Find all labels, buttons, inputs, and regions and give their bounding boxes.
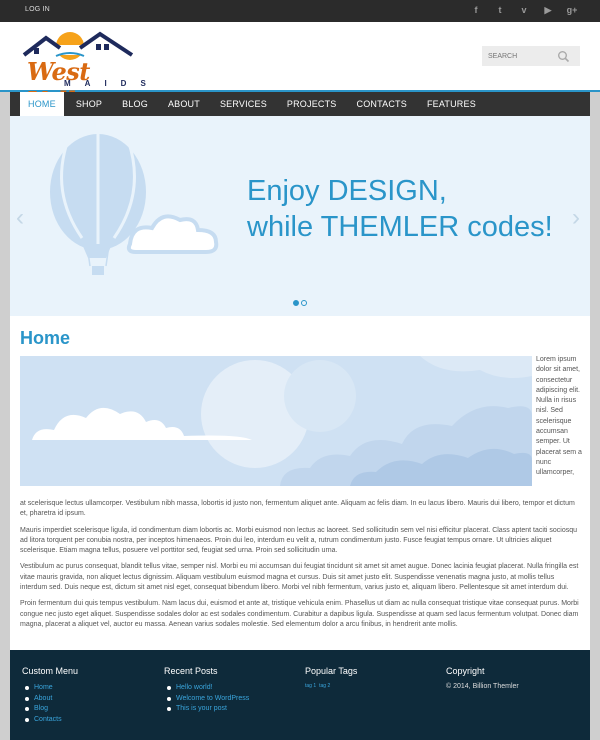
logo-subtext: MAIDS xyxy=(64,79,160,88)
tag-link[interactable]: tag 2 xyxy=(319,683,330,689)
slider-dot[interactable] xyxy=(301,300,307,306)
tag-cloud: tag 1 tag 2 xyxy=(305,683,440,689)
paragraph: Vestibulum ac purus consequat, blandit t… xyxy=(20,563,579,592)
footer-link-home[interactable]: Home xyxy=(22,683,157,694)
body-text: at scelerisque lectus ullamcorper. Vesti… xyxy=(20,499,580,636)
footer-link-blog[interactable]: Blog xyxy=(22,704,157,715)
slider-prev-icon[interactable]: ‹ xyxy=(16,204,24,232)
recent-post-link[interactable]: Hello world! xyxy=(164,683,299,694)
footer-recent-posts: Recent Posts Hello world! Welcome to Wor… xyxy=(164,666,299,715)
youtube-icon[interactable]: ▶ xyxy=(542,4,554,17)
paragraph: Proin fermentum dui quis tempus vestibul… xyxy=(20,600,579,628)
vimeo-icon[interactable]: v xyxy=(518,4,530,17)
site-footer: Custom Menu Home About Blog Contacts Rec… xyxy=(10,650,590,740)
slider-dots xyxy=(293,300,307,306)
nav-item-about[interactable]: ABOUT xyxy=(160,92,208,116)
footer-heading: Custom Menu xyxy=(22,666,79,676)
footer-popular-tags: Popular Tags tag 1 tag 2 xyxy=(305,666,440,689)
slider-next-icon[interactable]: › xyxy=(572,204,580,232)
site-header: West Valley MAIDS xyxy=(0,22,600,115)
clouds-image xyxy=(20,356,532,486)
slide-headline: Enjoy DESIGN, while THEMLER codes! xyxy=(247,173,553,245)
nav-item-projects[interactable]: PROJECTS xyxy=(279,92,345,116)
site-logo[interactable]: West Valley MAIDS xyxy=(22,24,162,115)
side-text: Lorem ipsum dolor sit amet, consectetur … xyxy=(536,356,582,477)
footer-heading: Copyright xyxy=(446,666,485,676)
footer-copyright: Copyright © 2014, Billion Themler xyxy=(446,666,581,690)
search-icon[interactable] xyxy=(557,50,570,63)
nav-item-contacts[interactable]: CONTACTS xyxy=(349,92,415,116)
page-container: HOME SHOP BLOG ABOUT SERVICES PROJECTS C… xyxy=(10,92,590,740)
googleplus-icon[interactable]: g+ xyxy=(566,4,578,17)
nav-item-shop[interactable]: SHOP xyxy=(68,92,110,116)
top-bar: LOG IN f t v ▶ g+ xyxy=(0,0,600,22)
social-links: f t v ▶ g+ xyxy=(470,4,578,17)
slider-dot[interactable] xyxy=(293,300,299,306)
hero-slider: Enjoy DESIGN, while THEMLER codes! ‹ › xyxy=(10,116,590,316)
footer-heading: Popular Tags xyxy=(305,666,358,676)
footer-custom-menu: Custom Menu Home About Blog Contacts xyxy=(22,666,157,725)
paragraph: Mauris imperdiet scelerisque ligula, id … xyxy=(20,526,578,555)
footer-link-contacts[interactable]: Contacts xyxy=(22,715,157,726)
paragraph: at scelerisque lectus ullamcorper. Vesti… xyxy=(20,500,575,518)
page-title: Home xyxy=(20,328,71,348)
nav-item-home[interactable]: HOME xyxy=(20,92,64,116)
recent-post-link[interactable]: Welcome to WordPress xyxy=(164,694,299,705)
twitter-icon[interactable]: t xyxy=(494,4,506,17)
slide-line-1: Enjoy DESIGN, xyxy=(247,175,447,207)
footer-link-about[interactable]: About xyxy=(22,694,157,705)
nav-item-features[interactable]: FEATURES xyxy=(419,92,484,116)
recent-post-link[interactable]: This is your post xyxy=(164,704,299,715)
facebook-icon[interactable]: f xyxy=(470,4,482,17)
balloon-illustration xyxy=(50,134,219,275)
copyright-text: © 2014, Billion Themler xyxy=(446,683,519,690)
slide-line-2: while THEMLER codes! xyxy=(247,211,553,243)
main-content: Home Lorem ipsum dolor sit amet, consect… xyxy=(20,326,582,628)
login-link[interactable]: LOG IN xyxy=(25,6,50,13)
nav-item-blog[interactable]: BLOG xyxy=(114,92,156,116)
nav-item-services[interactable]: SERVICES xyxy=(212,92,275,116)
footer-heading: Recent Posts xyxy=(164,666,218,676)
tag-link[interactable]: tag 1 xyxy=(305,683,316,689)
main-nav: HOME SHOP BLOG ABOUT SERVICES PROJECTS C… xyxy=(10,92,590,116)
